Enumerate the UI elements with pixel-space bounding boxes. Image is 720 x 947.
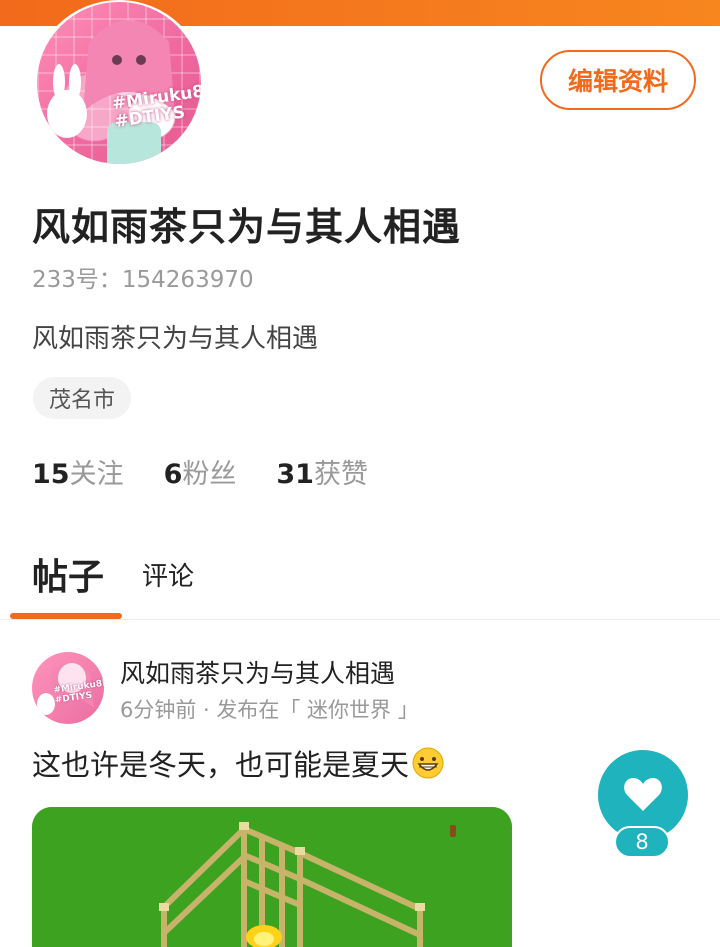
profile-stats: 15关注 6粉丝 31获赞 <box>32 452 408 491</box>
post-text-content: 这也许是冬天，也可能是夏天 <box>32 748 410 782</box>
tab-comments[interactable]: 评论 <box>142 556 194 593</box>
grinning-face-icon <box>411 746 445 780</box>
user-id: 233号：154263970 <box>32 267 254 293</box>
stat-following[interactable]: 15关注 <box>32 452 124 491</box>
post-meta: 6分钟前 · 发布在「 迷你世界 」 <box>120 698 419 722</box>
avatar-illustration <box>47 20 175 164</box>
post-author-avatar[interactable]: #Miruku8k #DTIYS <box>32 652 104 724</box>
stat-likes-count: 31 <box>276 459 314 490</box>
post-text: 这也许是冬天，也可能是夏天 <box>32 742 445 784</box>
profile-avatar[interactable]: #Miruku8k #DTIYS <box>37 2 201 164</box>
tab-posts[interactable]: 帖子 <box>32 548 104 600</box>
stat-following-label: 关注 <box>69 459 124 490</box>
content-tabs: 帖子 评论 <box>0 540 720 620</box>
user-bio: 风如雨茶只为与其人相遇 <box>32 324 319 354</box>
stat-likes-label: 获赞 <box>313 459 368 490</box>
edit-profile-button[interactable]: 编辑资料 <box>540 50 696 110</box>
post-author-name[interactable]: 风如雨茶只为与其人相遇 <box>120 654 395 690</box>
like-count: 8 <box>614 826 670 858</box>
stat-following-count: 15 <box>32 459 70 490</box>
location-tag: 茂名市 <box>33 377 132 419</box>
stat-followers-count: 6 <box>163 459 183 490</box>
tab-divider <box>0 619 720 620</box>
game-screenshot-image[interactable] <box>32 807 512 947</box>
stat-likes[interactable]: 31获赞 <box>276 452 368 491</box>
stat-followers-label: 粉丝 <box>182 459 237 490</box>
stat-followers[interactable]: 6粉丝 <box>164 452 237 491</box>
username: 风如雨茶只为与其人相遇 <box>32 205 462 249</box>
heart-icon <box>624 778 662 811</box>
game-scene <box>32 807 512 947</box>
